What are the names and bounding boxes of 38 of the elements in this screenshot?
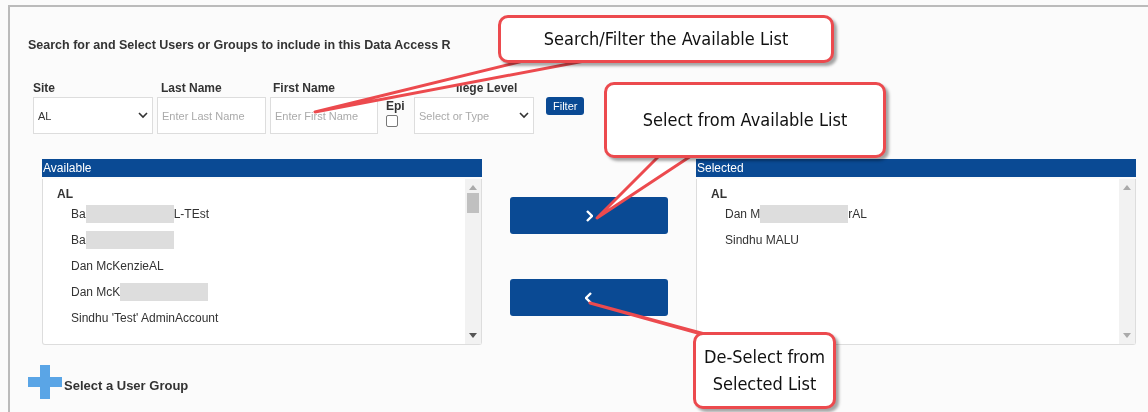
scroll-up-icon[interactable]: [469, 184, 477, 190]
checkbox[interactable]: [386, 115, 398, 127]
list-item[interactable]: Ba: [71, 227, 174, 253]
scroll-thumb[interactable]: [467, 193, 479, 213]
scroll-down-icon[interactable]: [469, 333, 477, 339]
list-box[interactable]: AL Ba L-TEst Ba Dan McKenzieAL Dan McK Sindhu 'Test' AdminAccount: [42, 179, 482, 345]
list-item[interactable]: Sindhu 'Test' AdminAccount: [71, 305, 219, 331]
select-user-group-link[interactable]: Select a User Group: [64, 377, 189, 393]
group-label: AL: [57, 187, 74, 201]
field-label: Epi: [385, 100, 406, 112]
chevron-down-icon: [138, 112, 148, 119]
group-label: AL: [711, 187, 728, 201]
callout: De-Select from Selected List: [693, 332, 836, 409]
last-name-field[interactable]: Enter Last Name: [157, 97, 266, 134]
plus-icon[interactable]: [28, 365, 62, 399]
filter-button[interactable]: Filter: [546, 97, 585, 115]
chevron-right-icon: [585, 209, 593, 222]
first-name-field[interactable]: Enter First Name: [270, 97, 378, 134]
remove-button[interactable]: [510, 279, 668, 316]
list-item[interactable]: Ba L-TEst: [71, 201, 210, 227]
scrollbar[interactable]: [1119, 179, 1135, 344]
field-label: Site: [33, 82, 56, 94]
list-header: Selected: [696, 159, 1136, 177]
field-label: Last Name: [160, 82, 223, 94]
list-item[interactable]: Sindhu MALU: [725, 227, 800, 253]
scroll-up-icon[interactable]: [1123, 184, 1131, 190]
callout: Search/Filter the Available List: [498, 15, 834, 63]
site-dropdown[interactable]: AL: [33, 97, 153, 134]
list-header: Available: [42, 159, 482, 177]
scrollbar[interactable]: [465, 179, 481, 344]
list-item[interactable]: Dan M rAL: [725, 201, 868, 227]
section-heading: Search for and Select Users or Groups to include in this Data Access R: [28, 38, 451, 52]
field-label: First Name: [272, 82, 337, 94]
add-button[interactable]: [510, 197, 668, 234]
chevron-down-icon: [519, 112, 529, 119]
list-box[interactable]: AL Dan M rAL Sindhu MALU: [696, 179, 1136, 345]
list-item[interactable]: Dan McK: [71, 279, 209, 305]
list-item[interactable]: Dan McKenzieAL: [71, 253, 164, 279]
